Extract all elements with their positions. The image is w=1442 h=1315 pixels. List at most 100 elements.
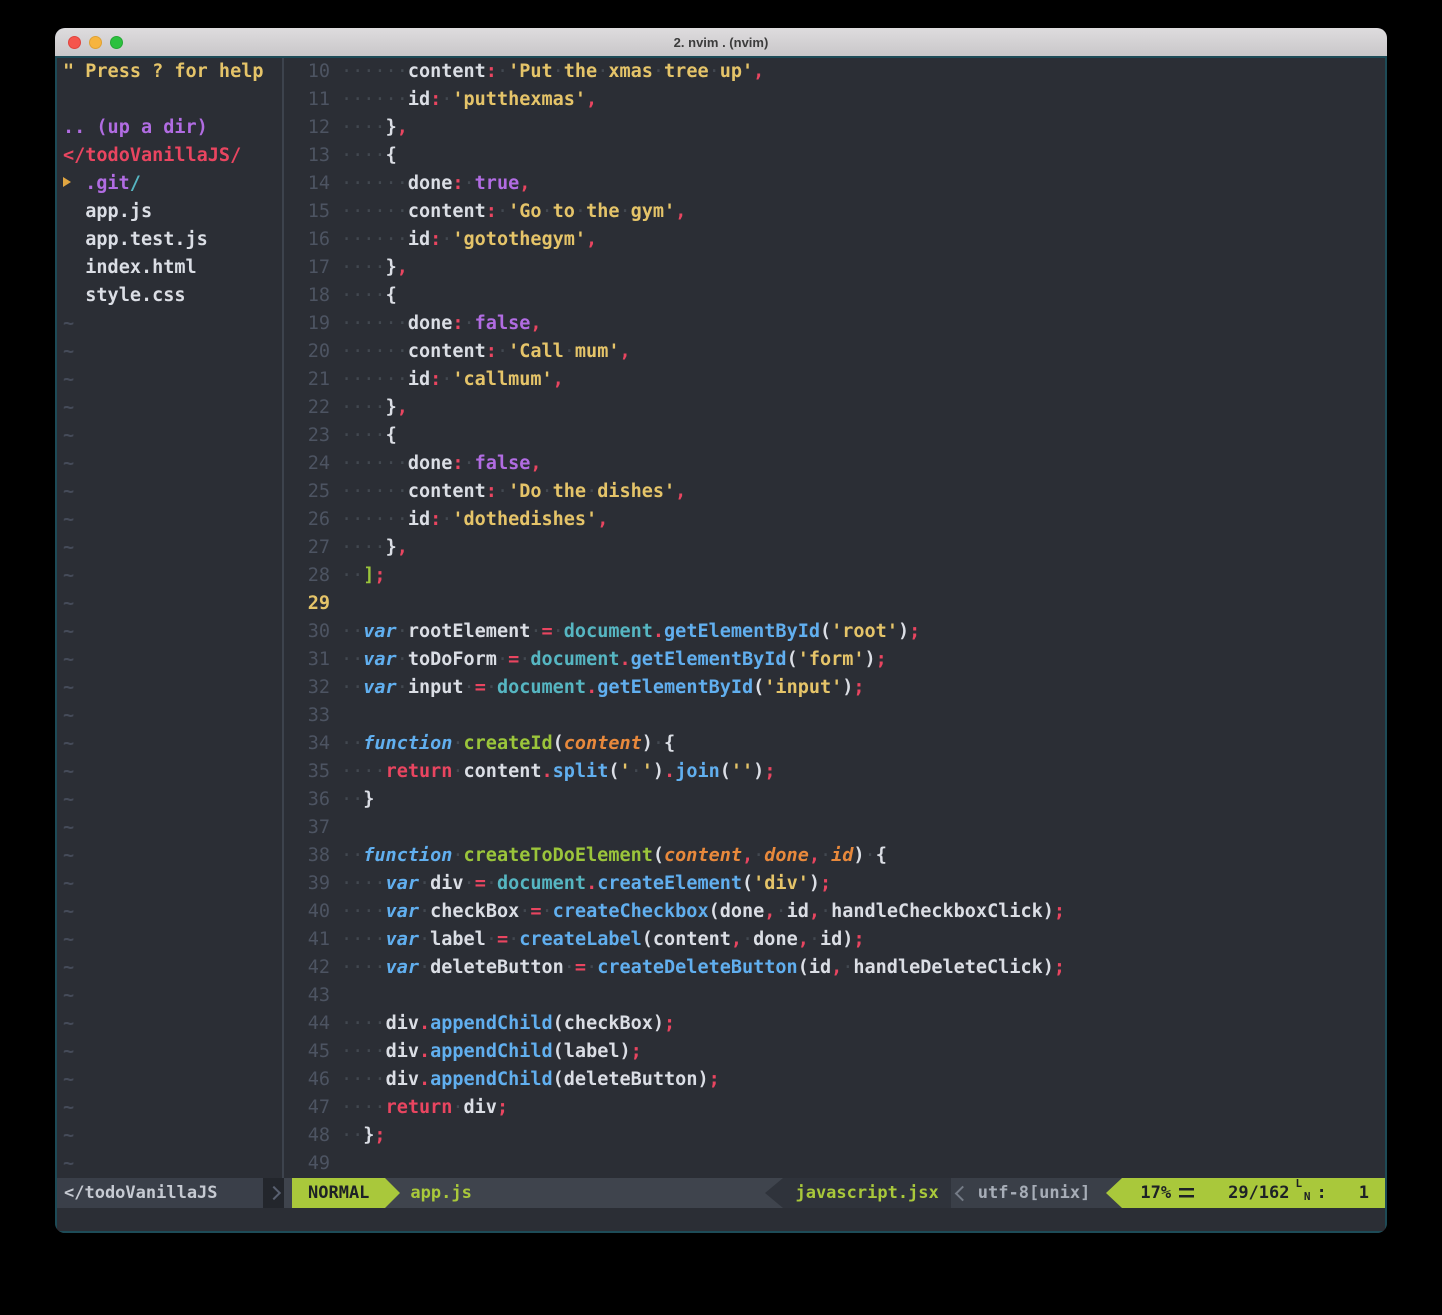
code-line-text: ··function·createId(content)·{ <box>341 730 675 758</box>
empty-buffer-tilde: ~ <box>57 618 282 646</box>
code-buffer[interactable]: 10······content:·'Put·the·xmas·tree·up',… <box>284 58 1385 1178</box>
code-line[interactable]: 47 ····return·div; <box>284 1094 1385 1122</box>
line-number: 14 <box>284 170 330 198</box>
code-line[interactable]: 29 <box>284 590 1385 618</box>
code-line[interactable]: 41····var·label·=·createLabel(content,·d… <box>284 926 1385 954</box>
code-line[interactable]: 20 ······content:·'Call·mum', <box>284 338 1385 366</box>
code-line[interactable]: 10······content:·'Put·the·xmas·tree·up', <box>284 58 1385 86</box>
code-line[interactable]: 14······done:·true, <box>284 170 1385 198</box>
code-line[interactable]: 35····return·content.split('·').join('')… <box>284 758 1385 786</box>
line-number: 42 <box>284 954 330 982</box>
code-line[interactable]: 38··function·createToDoElement(content,·… <box>284 842 1385 870</box>
file-item-stylecss[interactable]: style.css <box>57 282 282 310</box>
code-line[interactable]: 16······id:·'gotothegym', <box>284 226 1385 254</box>
line-number: 20 <box>284 338 330 366</box>
code-line[interactable]: 11······id:·'putthexmas', <box>284 86 1385 114</box>
code-line[interactable]: 30··var·rootElement·=·document.getElemen… <box>284 618 1385 646</box>
code-line[interactable]: 27 ····}, <box>284 534 1385 562</box>
line-number: 27 <box>284 534 330 562</box>
code-line-text: ····}, <box>341 254 408 282</box>
netrw-statusline-path: </todoVanillaJS <box>57 1178 263 1208</box>
encoding-text: utf-8[unix] <box>978 1178 1091 1208</box>
close-button-icon[interactable] <box>68 36 81 49</box>
scroll-percent: 17% <box>1140 1178 1171 1208</box>
code-line[interactable]: 23····{ <box>284 422 1385 450</box>
line-number: 47 <box>284 1094 330 1122</box>
empty-buffer-tilde: ~ <box>57 1094 282 1122</box>
file-item-apptestjs[interactable]: app.test.js <box>57 226 282 254</box>
code-line-text: ····var·div·=·document.createElement('di… <box>341 870 831 898</box>
empty-buffer-tilde: ~ <box>57 1010 282 1038</box>
dir-up-item[interactable]: .. (up a dir) <box>57 114 282 142</box>
empty-buffer-tilde: ~ <box>57 562 282 590</box>
powerline-arrow-right-icon <box>385 1178 400 1208</box>
code-line[interactable]: 33 <box>284 702 1385 730</box>
code-line[interactable]: 24······done:·false, <box>284 450 1385 478</box>
code-line[interactable]: 32··var·input·=·document.getElementById(… <box>284 674 1385 702</box>
code-line[interactable]: 46····div.appendChild(deleteButton); <box>284 1066 1385 1094</box>
title-bar[interactable]: 2. nvim . (nvim) <box>55 28 1387 57</box>
line-number: 24 <box>284 450 330 478</box>
cursor-line-number: 29 <box>284 590 330 618</box>
code-line-text: ··var·rootElement·=·document.getElementB… <box>341 618 920 646</box>
tree-root-item[interactable]: </todoVanillaJS/ <box>57 142 282 170</box>
zoom-button-icon[interactable] <box>110 36 123 49</box>
code-line[interactable]: 12····}, <box>284 114 1385 142</box>
code-line-text: ······content:·'Call·mum', <box>341 338 631 366</box>
minimize-button-icon[interactable] <box>89 36 102 49</box>
code-line[interactable]: 49 <box>284 1150 1385 1178</box>
empty-buffer-tilde: ~ <box>57 758 282 786</box>
code-line[interactable]: 44····div.appendChild(checkBox); <box>284 1010 1385 1038</box>
code-line[interactable]: 42····var·deleteButton·=·createDeleteBut… <box>284 954 1385 982</box>
code-line[interactable]: 17····}, <box>284 254 1385 282</box>
code-line[interactable]: 36 ··} <box>284 786 1385 814</box>
code-line-text: ··]; <box>341 562 386 590</box>
empty-buffer-tilde: ~ <box>57 1150 282 1178</box>
command-line[interactable] <box>57 1208 1385 1231</box>
code-line-text: ····return·div; <box>341 1094 508 1122</box>
code-line[interactable]: 40····var·checkBox·=·createCheckbox(done… <box>284 898 1385 926</box>
line-number: 45 <box>284 1038 330 1066</box>
line-number: 28 <box>284 562 330 590</box>
code-line[interactable]: 39 ····var·div·=·document.createElement('… <box>284 870 1385 898</box>
code-line[interactable]: 28 ··]; <box>284 562 1385 590</box>
code-line[interactable]: 21······id:·'callmum', <box>284 366 1385 394</box>
code-line-text: ····}, <box>341 534 408 562</box>
code-line[interactable]: 18····{ <box>284 282 1385 310</box>
code-line[interactable]: 13····{ <box>284 142 1385 170</box>
empty-buffer-tilde: ~ <box>57 338 282 366</box>
code-line[interactable]: 34··function·createId(content)·{ <box>284 730 1385 758</box>
line-number: 26 <box>284 506 330 534</box>
line-number: 37 <box>284 814 330 842</box>
code-line-text: ··} <box>341 786 374 814</box>
code-line-text: ··var·input·=·document.getElementById('i… <box>341 674 865 702</box>
code-line[interactable]: 31··var·toDoForm·=·document.getElementBy… <box>284 646 1385 674</box>
line-number: 39 <box>284 870 330 898</box>
line-number: 11 <box>284 86 330 114</box>
empty-buffer-tilde: ~ <box>57 590 282 618</box>
dir-item-git[interactable]: .git/ <box>57 170 282 198</box>
code-line[interactable]: 37 <box>284 814 1385 842</box>
code-line[interactable]: 45····div.appendChild(label); <box>284 1038 1385 1066</box>
statusline-gap <box>263 1178 284 1208</box>
statusline-spacer <box>472 1178 766 1208</box>
code-line[interactable]: 43 <box>284 982 1385 1010</box>
line-number: 36 <box>284 786 330 814</box>
lines-trigram-icon <box>1179 1188 1194 1199</box>
cursor-line-of-total: 29/162 <box>1228 1178 1289 1208</box>
file-item-appjs[interactable]: app.js <box>57 198 282 226</box>
expand-arrow-icon <box>63 170 74 198</box>
code-line[interactable]: 19······done:·false, <box>284 310 1385 338</box>
code-line[interactable]: 26 ······id:·'dothedishes', <box>284 506 1385 534</box>
line-number: 13 <box>284 142 330 170</box>
mode-indicator: NORMAL <box>292 1178 385 1208</box>
empty-buffer-tilde: ~ <box>57 394 282 422</box>
code-line[interactable]: 48··}; <box>284 1122 1385 1150</box>
file-item-indexhtml[interactable]: index.html <box>57 254 282 282</box>
code-line[interactable]: 15······content:·'Go·to·the·gym', <box>284 198 1385 226</box>
code-line-text: ······id:·'dothedishes', <box>341 506 608 534</box>
code-line[interactable]: 22····}, <box>284 394 1385 422</box>
empty-buffer-tilde: ~ <box>57 730 282 758</box>
empty-buffer-tilde: ~ <box>57 646 282 674</box>
code-line[interactable]: 25······content:·'Do·the·dishes', <box>284 478 1385 506</box>
